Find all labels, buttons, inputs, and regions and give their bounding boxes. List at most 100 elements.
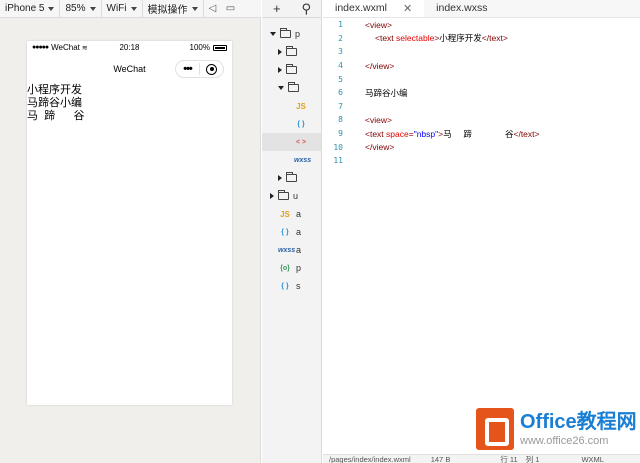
code-line[interactable]: 2 <text selectable>小程序开发</text> xyxy=(323,32,640,46)
code-line[interactable]: 1 <view> xyxy=(323,18,640,32)
simulator-pane: iPhone 5 85% WiFi 模拟操作 ◁ ▭ ●●●●● WeChat … xyxy=(0,0,261,463)
folder-icon xyxy=(278,190,289,200)
code-token: <text xyxy=(375,33,397,44)
text-line: 马蹄谷小编 xyxy=(27,97,82,109)
tree-file-app-wxss[interactable]: wxss a xyxy=(262,241,321,259)
editor-tabs: index.wxml ✕ index.wxss xyxy=(323,0,640,18)
close-mini-program-button[interactable] xyxy=(200,63,223,75)
watermark-text: Office教程网 www.office26.com xyxy=(520,411,637,447)
battery-icon xyxy=(213,44,227,51)
line-number: 4 xyxy=(338,61,343,71)
code-line[interactable]: 3 xyxy=(323,45,640,59)
chevron-down-icon xyxy=(191,6,198,11)
add-icon[interactable]: + xyxy=(262,0,292,18)
line-number: 9 xyxy=(338,129,343,139)
tree-file-app-json[interactable]: { } a xyxy=(262,223,321,241)
tree-toolbar: + ⚲ xyxy=(262,0,321,18)
code-text: <text selectable>小程序开发</text> xyxy=(375,32,508,44)
cursor-col: 列 1 xyxy=(525,454,540,463)
more-icon[interactable]: ••• xyxy=(176,64,199,75)
page-content: 小程序开发 马蹄谷小编 马 蹄 谷 xyxy=(27,84,232,123)
text-line: 马 蹄 谷 xyxy=(27,110,85,122)
close-icon[interactable]: ✕ xyxy=(403,2,412,15)
tab-index-wxss[interactable]: index.wxss xyxy=(424,0,499,17)
js-file-icon: JS xyxy=(280,209,290,219)
code-token: <view> xyxy=(365,19,392,30)
folder-open-icon xyxy=(288,82,299,92)
tree-file-project-config[interactable]: {o} p xyxy=(262,259,321,277)
file-size: 147 B xyxy=(430,454,451,463)
chevron-down-icon xyxy=(278,86,284,90)
json-file-icon: { } xyxy=(281,228,289,236)
code-line[interactable]: 6 马蹄谷小编 xyxy=(323,86,640,100)
zoom-select[interactable]: 85% xyxy=(60,0,102,18)
code-text: 马蹄谷小编 xyxy=(365,87,408,99)
tree-file-wxml[interactable]: < > xyxy=(262,133,321,151)
mode-select[interactable]: 模拟操作 xyxy=(143,0,204,18)
chevron-right-icon xyxy=(278,67,282,73)
chevron-right-icon xyxy=(278,175,282,181)
language-mode: WXML xyxy=(581,454,604,463)
code-token: <text xyxy=(365,128,387,139)
code-text: <view> xyxy=(365,115,392,125)
tree-folder[interactable] xyxy=(262,169,321,187)
device-select[interactable]: iPhone 5 xyxy=(0,0,61,18)
code-text: </view> xyxy=(365,142,394,152)
network-select[interactable]: WiFi xyxy=(102,0,143,18)
tree-folder[interactable] xyxy=(262,61,321,79)
code-token: "nbsp" xyxy=(413,128,439,139)
tree-file-wxss[interactable]: wxss xyxy=(262,151,321,169)
code-token: 小程序开发 xyxy=(439,33,482,44)
code-lines[interactable]: 1 <view> 2 <text selectable>小程序开发</text> 3 4 <… xyxy=(323,18,640,168)
watermark: Office教程网 www.office26.com xyxy=(476,408,637,450)
tree-file-sitemap[interactable]: { } s xyxy=(262,277,321,295)
line-number: 2 xyxy=(338,33,343,43)
code-editor: index.wxml ✕ index.wxss 1 <view> 2 <text sel… xyxy=(323,0,640,463)
tree-folder-index[interactable] xyxy=(262,79,321,97)
tab-label: index.wxss xyxy=(436,2,488,14)
tree-label: a xyxy=(296,245,302,255)
device-label: iPhone 5 xyxy=(5,3,45,14)
window-icon[interactable]: ▭ xyxy=(222,0,240,18)
tree-label: u xyxy=(293,191,299,201)
config-file-icon: {o} xyxy=(280,264,290,272)
tree-file-js[interactable]: JS xyxy=(262,97,321,115)
tree-file-json[interactable]: { } xyxy=(262,115,321,133)
code-text: </view> xyxy=(365,61,394,71)
folder-icon xyxy=(286,46,297,56)
tree-file-app-js[interactable]: JS a xyxy=(262,205,321,223)
tree-label: s xyxy=(296,281,301,291)
code-line[interactable]: 4 </view> xyxy=(323,59,640,73)
tree-label: p xyxy=(296,263,302,273)
tree-folder-pages[interactable]: p xyxy=(262,25,321,43)
code-line[interactable]: 7 xyxy=(323,100,640,114)
code-token: 马 蹄 谷 xyxy=(443,128,514,139)
chevron-down-icon xyxy=(270,32,276,36)
code-line[interactable]: 8 <view> xyxy=(323,113,640,127)
code-line[interactable]: 5 xyxy=(323,72,640,86)
code-text: <view> xyxy=(365,20,392,30)
zoom-label: 85% xyxy=(65,3,86,14)
search-icon[interactable]: ⚲ xyxy=(292,0,322,18)
tab-label: index.wxml xyxy=(335,2,387,14)
code-token: 马蹄谷小编 xyxy=(365,87,408,98)
line-number: 5 xyxy=(338,74,343,84)
tree-folder[interactable] xyxy=(262,43,321,61)
code-token: </text> xyxy=(513,128,540,139)
code-token: </view> xyxy=(365,60,395,71)
code-line[interactable]: 11 xyxy=(323,154,640,168)
tree-folder-utils[interactable]: u xyxy=(262,187,321,205)
tree-label: a xyxy=(296,227,302,237)
chevron-down-icon xyxy=(48,6,55,11)
line-number: 1 xyxy=(338,20,343,30)
json-file-icon: { } xyxy=(281,282,289,290)
volume-icon[interactable]: ◁ xyxy=(204,0,222,18)
code-line[interactable]: 9 <text space="nbsp">马 蹄 谷</text> xyxy=(323,127,640,141)
code-line[interactable]: 10 </view> xyxy=(323,140,640,154)
tab-index-wxml[interactable]: index.wxml ✕ xyxy=(323,0,425,17)
phone-screen: ●●●●● WeChat ≋ 20:18 100% WeChat ••• 小程序… xyxy=(27,41,232,405)
office-logo-icon xyxy=(476,408,514,450)
code-token: space xyxy=(386,128,409,139)
code-token: </view> xyxy=(365,142,395,153)
chevron-down-icon xyxy=(89,6,96,11)
